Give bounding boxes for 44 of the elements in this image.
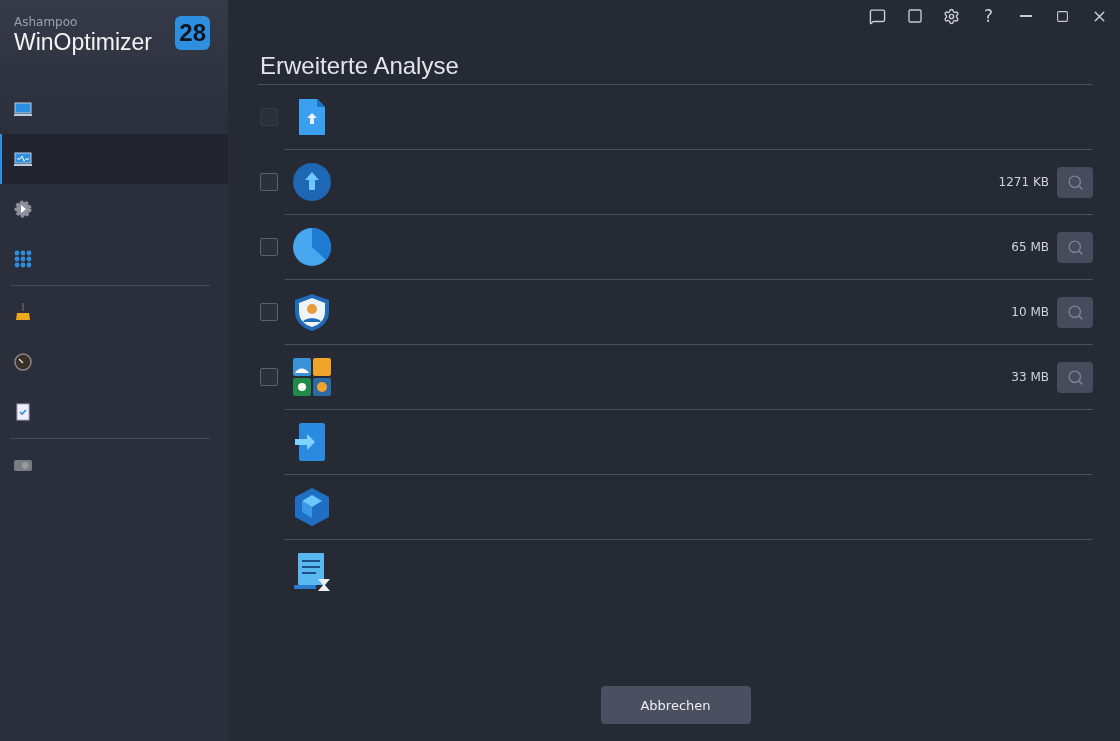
square-icon (906, 8, 923, 24)
help-button[interactable]: ? (979, 6, 998, 26)
search-icon (1066, 238, 1084, 256)
size-label: 10 MB (1011, 305, 1049, 319)
picture-tiles-icon (292, 357, 332, 397)
settings-icon (943, 7, 960, 25)
speech-bubble-icon (869, 7, 886, 25)
grid-icon (13, 249, 33, 269)
version-badge: 28 (175, 16, 210, 50)
monitor-wave-icon (13, 149, 33, 169)
feedback-button[interactable] (868, 6, 887, 26)
search-button[interactable] (1057, 166, 1093, 198)
search-icon (1066, 303, 1084, 321)
gauge-icon (13, 352, 33, 372)
shield-user-icon (292, 292, 332, 332)
clipboard-icon (13, 402, 33, 422)
brand-name: Ashampoo (14, 16, 79, 29)
checkbox[interactable] (260, 368, 278, 386)
gear-icon (13, 199, 33, 219)
search-button[interactable] (1057, 296, 1093, 328)
page-title: Erweiterte Analyse (260, 52, 460, 81)
maximize-icon (1056, 9, 1069, 23)
checkbox[interactable] (260, 238, 278, 256)
size-label: 65 MB (1011, 240, 1049, 254)
list-hourglass-icon (292, 552, 332, 592)
search-icon (1066, 173, 1084, 191)
checkbox[interactable] (260, 303, 278, 321)
settings-button[interactable] (942, 6, 961, 26)
sidebar-item[interactable] (0, 134, 228, 184)
broom-icon (13, 302, 33, 322)
pie-chart-icon (292, 227, 332, 267)
edit-button[interactable] (905, 6, 924, 26)
cube-icon (292, 487, 332, 527)
search-button[interactable] (1057, 361, 1093, 393)
arrow-up-circle-icon (292, 162, 332, 202)
checkbox[interactable] (260, 173, 278, 191)
laptop-icon (13, 99, 33, 119)
search-icon (1066, 368, 1084, 386)
size-label: 1271 KB (998, 175, 1049, 189)
search-button[interactable] (1057, 231, 1093, 263)
product-name: WinOptimizer (14, 29, 153, 55)
minimize-icon (1019, 15, 1032, 17)
cancel-button[interactable]: Abbrechen (600, 686, 751, 724)
size-label: 33 MB (1011, 370, 1049, 384)
